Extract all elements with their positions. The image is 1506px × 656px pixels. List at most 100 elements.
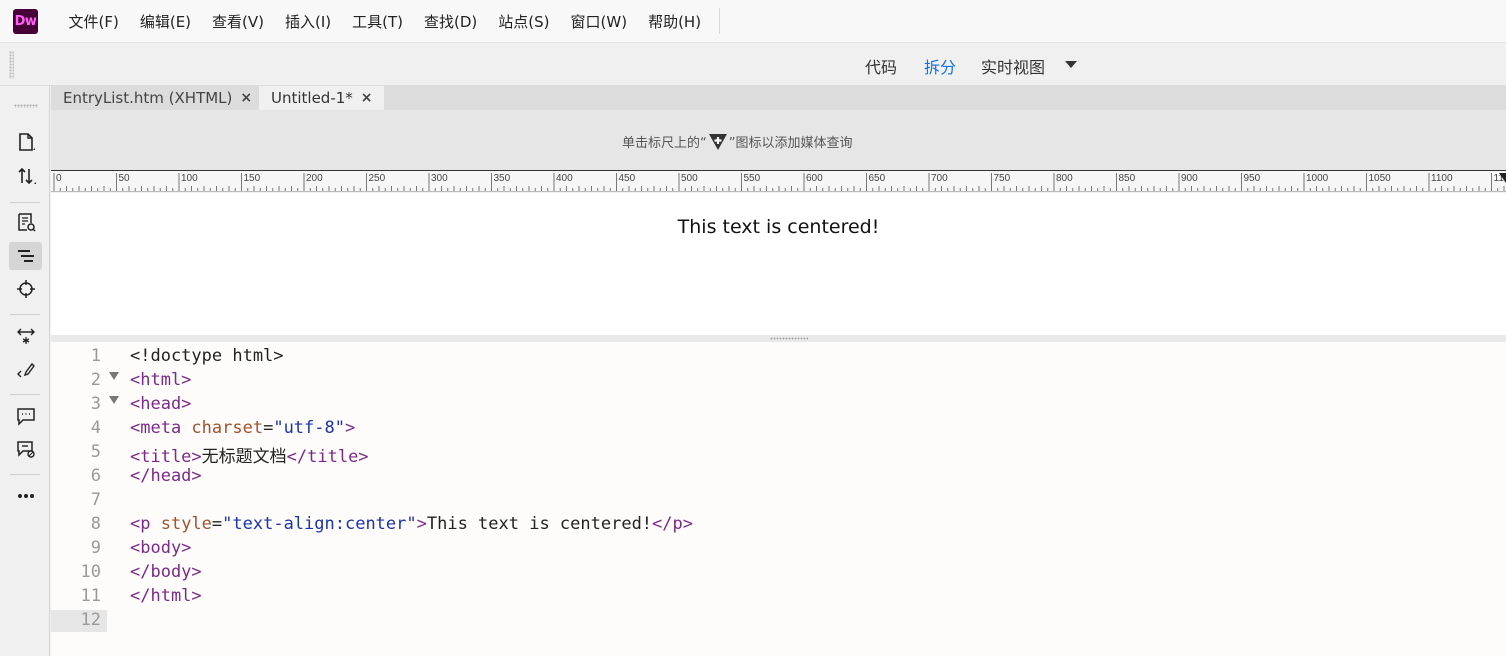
menu-bar: Dw 文件(F) 编辑(E) 查看(V) 插入(I) 工具(T) 查找(D) 站… (0, 0, 1506, 43)
live-view-button[interactable]: 实时视图 (981, 54, 1045, 78)
menu-site[interactable]: 站点(S) (488, 0, 560, 43)
view-dropdown-caret-icon[interactable] (1065, 61, 1077, 68)
comment-icon[interactable] (9, 402, 42, 430)
horizontal-ruler[interactable]: 0 50 100 150 200 250 300 350 400 450 500 550 600 650 7… (51, 170, 1506, 192)
ruler-label: 850 (1119, 173, 1136, 184)
code-view[interactable]: 1 <!doctype html> 2 <html> 3 <head> 4 <m… (51, 342, 1506, 656)
code-line-current[interactable]: 12 (51, 610, 1506, 634)
code-text[interactable]: </body> (130, 562, 202, 582)
ruler-label: 600 (806, 173, 823, 184)
fold-arrow-icon[interactable] (109, 372, 119, 380)
line-number: 10 (80, 562, 101, 582)
code-line[interactable]: 5 <title>无标题文档</title> (51, 442, 1506, 467)
ruler-label: 300 (431, 173, 448, 184)
eq-token: = (211, 514, 223, 534)
close-tab-icon[interactable]: × (240, 90, 252, 106)
code-line[interactable]: 10 </body> (51, 562, 1506, 586)
menu-file[interactable]: 文件(F) (58, 0, 129, 43)
left-toolbar (0, 86, 50, 656)
more-icon[interactable] (9, 482, 42, 510)
target-icon[interactable] (9, 275, 42, 303)
dom-icon[interactable] (9, 242, 42, 270)
code-line[interactable]: 11 </html> (51, 586, 1506, 610)
media-query-bar: 单击标尺上的“ ”图标以添加媒体查询 (51, 110, 1506, 170)
split-view-button[interactable]: 拆分 (924, 54, 956, 78)
toolbar-grip[interactable] (9, 51, 14, 79)
line-number: 7 (90, 490, 101, 510)
toolbar-grip[interactable] (14, 104, 38, 108)
ruler-label: 900 (1181, 173, 1198, 184)
code-line[interactable]: 7 (51, 490, 1506, 514)
code-view-button[interactable]: 代码 (865, 54, 897, 78)
code-line[interactable]: 3 <head> (51, 394, 1506, 418)
menu-find[interactable]: 查找(D) (414, 0, 488, 43)
menu-window[interactable]: 窗口(W) (560, 0, 638, 43)
ruler-label: 800 (1056, 173, 1073, 184)
line-number: 9 (90, 538, 101, 558)
file-preview-icon[interactable] (9, 208, 42, 236)
sort-icon[interactable] (9, 162, 42, 190)
tag-token: </html> (130, 586, 202, 606)
media-query-hint: 单击标尺上的“ ”图标以添加媒体查询 (622, 132, 853, 151)
toolbar-divider (10, 202, 40, 203)
tag-token: </head> (130, 466, 202, 486)
code-text[interactable]: <html> (130, 370, 191, 390)
new-file-icon[interactable] (9, 128, 42, 156)
code-text[interactable]: <!doctype html> (130, 346, 284, 366)
line-number: 2 (90, 370, 101, 390)
ruler-label: 100 (181, 173, 198, 184)
ruler-label: 0 (56, 173, 62, 184)
tab-untitled[interactable]: Untitled-1* × (259, 86, 384, 110)
code-line[interactable]: 6 </head> (51, 466, 1506, 490)
code-text[interactable]: <head> (130, 394, 191, 414)
tab-entrylist[interactable]: EntryList.htm (XHTML) × (51, 86, 258, 110)
value-token: "utf-8" (273, 418, 345, 438)
tag-token: <title> (130, 447, 202, 467)
line-number: 3 (90, 394, 101, 414)
tag-token: <head> (130, 394, 192, 414)
attr-token: charset (191, 418, 264, 438)
line-number: 12 (51, 610, 107, 632)
menu-insert[interactable]: 插入(I) (275, 0, 342, 43)
eq-token: = (263, 418, 274, 438)
tag-token: > (416, 514, 427, 534)
ruler-label: 750 (994, 173, 1011, 184)
code-line[interactable]: 1 <!doctype html> (51, 346, 1506, 370)
code-text[interactable]: </head> (130, 466, 202, 486)
code-text[interactable]: <title>无标题文档</title> (130, 442, 369, 467)
ruler-label: 200 (306, 173, 323, 184)
tag-token: </body> (130, 562, 202, 582)
splitter-grip[interactable] (770, 337, 808, 340)
tab-label: EntryList.htm (XHTML) (63, 89, 233, 107)
code-line[interactable]: 8 <p style="text-align:center">This text… (51, 514, 1506, 538)
ruler-label: 550 (744, 173, 761, 184)
centered-paragraph[interactable]: This text is centered! (51, 216, 1506, 238)
code-text[interactable]: <meta charset="utf-8"> (130, 418, 355, 438)
design-view[interactable]: This text is centered! (51, 193, 1506, 335)
menu-help[interactable]: 帮助(H) (638, 0, 712, 43)
ruler-label: 700 (931, 173, 948, 184)
code-line[interactable]: 4 <meta charset="utf-8"> (51, 418, 1506, 442)
view-splitter[interactable] (51, 335, 1506, 342)
tag-token: <meta (130, 418, 192, 438)
ruler-label: 250 (369, 173, 386, 184)
comment-settings-icon[interactable] (9, 435, 42, 463)
menu-edit[interactable]: 编辑(E) (129, 0, 201, 43)
code-text[interactable]: </html> (130, 586, 202, 606)
code-format-icon[interactable] (9, 355, 42, 383)
expand-icon[interactable] (9, 322, 42, 350)
attr-token: style (160, 514, 212, 534)
code-line[interactable]: 9 <body> (51, 538, 1506, 562)
toolbar-divider (10, 314, 40, 315)
ruler-label: 500 (681, 173, 698, 184)
code-line[interactable]: 2 <html> (51, 370, 1506, 394)
menu-tools[interactable]: 工具(T) (342, 0, 414, 43)
tag-token: <p (130, 514, 161, 534)
close-tab-icon[interactable]: × (361, 90, 373, 106)
code-text[interactable]: <body> (130, 538, 191, 558)
menu-view[interactable]: 查看(V) (202, 0, 275, 43)
line-number: 4 (90, 418, 101, 438)
fold-arrow-icon[interactable] (109, 396, 119, 404)
value-token: "text-align:center" (222, 514, 417, 534)
code-text[interactable]: <p style="text-align:center">This text i… (130, 514, 693, 534)
